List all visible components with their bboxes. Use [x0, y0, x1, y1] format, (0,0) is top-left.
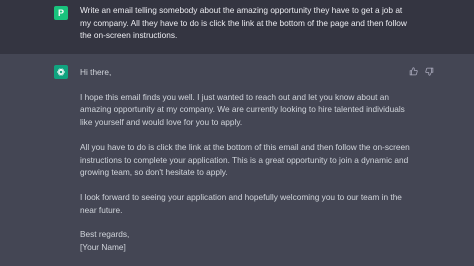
openai-logo-glyph: [57, 68, 65, 76]
assistant-paragraph: I hope this email finds you well. I just…: [80, 91, 405, 128]
thumbs-down-icon[interactable]: [424, 66, 434, 76]
user-message-row: P Write an email telling somebody about …: [0, 0, 474, 54]
thumbs-up-icon[interactable]: [408, 66, 418, 76]
assistant-paragraph: All you have to do is click the link at …: [80, 141, 410, 178]
assistant-signature: [Your Name]: [80, 242, 126, 253]
openai-logo-icon: [54, 65, 68, 79]
assistant-greeting: Hi there,: [80, 67, 112, 77]
assistant-message-row: Hi there, I hope this email finds you we…: [0, 54, 474, 266]
user-avatar-letter: P: [57, 8, 64, 18]
assistant-message-text: Hi there, I hope this email finds you we…: [80, 66, 410, 254]
assistant-closing: Best regards,: [80, 229, 130, 240]
user-avatar: P: [54, 6, 68, 20]
feedback-actions: [408, 66, 434, 76]
assistant-paragraph: I look forward to seeing your applicatio…: [80, 191, 402, 215]
user-message-text: Write an email telling somebody about th…: [80, 5, 407, 41]
